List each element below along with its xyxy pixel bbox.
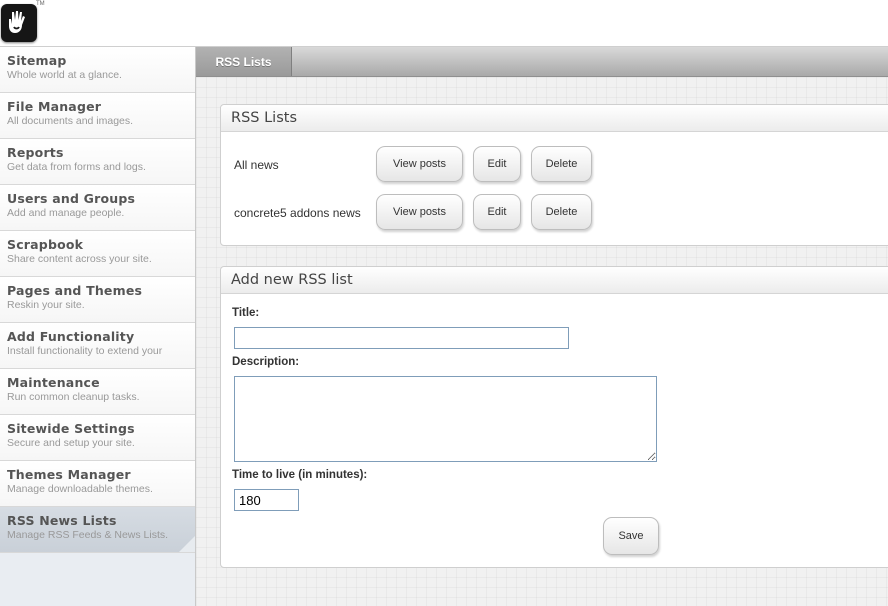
sidebar: Sitemap Whole world at a glance. File Ma… xyxy=(0,47,196,606)
main-content: RSS Lists RSS Lists All news View posts … xyxy=(196,47,888,606)
concrete5-logo[interactable] xyxy=(1,4,37,42)
sidebar-item-description: Whole world at a glance. xyxy=(7,69,122,81)
sidebar-item-description: Manage RSS Feeds & News Lists. xyxy=(7,529,169,541)
description-label: Description: xyxy=(232,356,300,368)
top-bar: TM xyxy=(0,0,888,47)
sidebar-item-label: Sitemap xyxy=(7,53,67,68)
sidebar-item-pages-and-themes[interactable]: Pages and Themes Reskin your site. xyxy=(0,277,195,323)
sidebar-item-maintenance[interactable]: Maintenance Run common cleanup tasks. xyxy=(0,369,195,415)
tab-bar: RSS Lists xyxy=(196,47,888,77)
sidebar-item-label: Sitewide Settings xyxy=(7,421,135,436)
sidebar-item-add-functionality[interactable]: Add Functionality Install functionality … xyxy=(0,323,195,369)
sidebar-item-description: Share content across your site. xyxy=(7,253,152,265)
sidebar-item-description: Add and manage people. xyxy=(7,207,125,219)
rss-list-name: All news xyxy=(234,158,279,172)
sidebar-item-label: Reports xyxy=(7,145,64,160)
delete-button[interactable]: Delete xyxy=(531,146,592,182)
add-rss-list-panel: Add new RSS list Title: Description: Tim… xyxy=(220,266,888,568)
title-input[interactable] xyxy=(234,327,569,349)
sidebar-item-label: Pages and Themes xyxy=(7,283,143,298)
ttl-input[interactable] xyxy=(234,489,299,511)
edit-button[interactable]: Edit xyxy=(473,194,521,230)
sidebar-item-label: RSS News Lists xyxy=(7,513,117,528)
panel-title: RSS Lists xyxy=(221,105,888,132)
sidebar-item-label: Maintenance xyxy=(7,375,100,390)
sidebar-item-label: Add Functionality xyxy=(7,329,135,344)
sidebar-item-description: Get data from forms and logs. xyxy=(7,161,146,173)
rss-lists-panel: RSS Lists All news View posts Edit Delet… xyxy=(220,104,888,246)
sidebar-item-rss-news-lists[interactable]: RSS News Lists Manage RSS Feeds & News L… xyxy=(0,507,195,553)
sidebar-item-scrapbook[interactable]: Scrapbook Share content across your site… xyxy=(0,231,195,277)
description-textarea[interactable] xyxy=(234,376,657,462)
sidebar-item-label: Scrapbook xyxy=(7,237,84,252)
sidebar-item-reports[interactable]: Reports Get data from forms and logs. xyxy=(0,139,195,185)
sidebar-item-description: Secure and setup your site. xyxy=(7,437,135,449)
sidebar-item-description: Reskin your site. xyxy=(7,299,85,311)
sidebar-item-users-and-groups[interactable]: Users and Groups Add and manage people. xyxy=(0,185,195,231)
panel-title: Add new RSS list xyxy=(221,267,888,294)
sidebar-item-description: Manage downloadable themes. xyxy=(7,483,153,495)
save-button[interactable]: Save xyxy=(603,517,659,555)
trademark-mark: TM xyxy=(36,1,45,7)
view-posts-button[interactable]: View posts xyxy=(376,194,463,230)
hand-icon xyxy=(9,11,25,33)
ttl-label: Time to live (in minutes): xyxy=(232,469,368,481)
sidebar-item-file-manager[interactable]: File Manager All documents and images. xyxy=(0,93,195,139)
sidebar-item-description: Run common cleanup tasks. xyxy=(7,391,140,403)
sidebar-item-label: File Manager xyxy=(7,99,102,114)
sidebar-item-sitemap[interactable]: Sitemap Whole world at a glance. xyxy=(0,47,195,93)
sidebar-item-sitewide-settings[interactable]: Sitewide Settings Secure and setup your … xyxy=(0,415,195,461)
edit-button[interactable]: Edit xyxy=(473,146,521,182)
view-posts-button[interactable]: View posts xyxy=(376,146,463,182)
sidebar-item-themes-manager[interactable]: Themes Manager Manage downloadable theme… xyxy=(0,461,195,507)
rss-list-name: concrete5 addons news xyxy=(234,206,361,220)
sidebar-item-label: Users and Groups xyxy=(7,191,136,206)
delete-button[interactable]: Delete xyxy=(531,194,592,230)
sidebar-item-description: All documents and images. xyxy=(7,115,134,127)
title-label: Title: xyxy=(232,307,260,319)
sidebar-item-label: Themes Manager xyxy=(7,467,131,482)
sidebar-item-description: Install functionality to extend your xyxy=(7,345,163,357)
tab-rss-lists[interactable]: RSS Lists xyxy=(196,47,292,76)
